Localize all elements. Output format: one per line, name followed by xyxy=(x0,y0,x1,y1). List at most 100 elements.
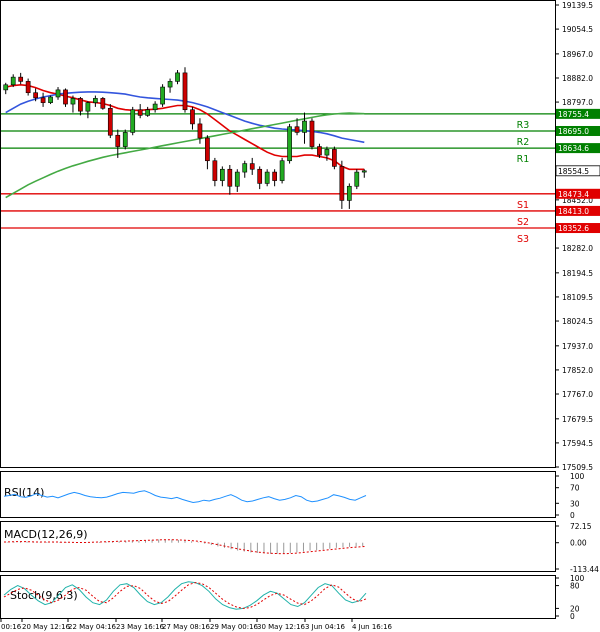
time-axis-tick-label: 20 May 12:16 xyxy=(22,623,71,631)
candle-up xyxy=(160,86,165,105)
candle-up xyxy=(10,76,16,86)
candle-up xyxy=(152,103,158,111)
price-axis-tick-label: 17767.0 xyxy=(562,390,593,399)
price-axis-tick-label: 18109.5 xyxy=(562,293,593,302)
candle-up xyxy=(219,168,225,181)
candle-down xyxy=(78,98,83,112)
price-axis-tick-label: 18882.0 xyxy=(562,74,593,83)
candle-down xyxy=(33,92,38,99)
time-axis-tick-label: 29 May 00:16 xyxy=(210,623,259,631)
candle-up xyxy=(85,102,91,112)
price-axis-tick-label: 18194.5 xyxy=(562,269,593,278)
level-name-s1: S1 xyxy=(517,200,529,211)
candle-down xyxy=(294,126,300,133)
candle-up xyxy=(167,81,173,88)
candle-up xyxy=(287,126,292,162)
price-axis-tick-label: 19139.5 xyxy=(562,1,593,10)
candle-down xyxy=(197,123,203,139)
candle-down xyxy=(40,97,46,103)
macd-panel: MACD(12,26,9) 72.15 0.00 -113.44 xyxy=(0,521,599,574)
price-panel: 19139.519054.518967.018882.018797.018452… xyxy=(0,0,600,472)
rsi-panel: RSI(14) 10070300 xyxy=(0,471,585,520)
macd-title: MACD(12,26,9) xyxy=(4,528,88,541)
level-price-label: 18755.4 xyxy=(558,110,589,119)
candle-down xyxy=(339,166,345,201)
level-name-r2: R2 xyxy=(517,137,530,148)
time-axis-tick-label: 22 May 04:16 xyxy=(68,623,117,631)
candle-down xyxy=(100,98,106,109)
level-price-label: 18695.0 xyxy=(558,127,589,136)
candle-up xyxy=(242,163,248,173)
candle-down xyxy=(107,108,113,136)
candle-up xyxy=(70,98,76,105)
macd-axis: 72.15 0.00 -113.44 xyxy=(555,522,599,574)
candle-down xyxy=(25,81,31,94)
current-price-label: 18554.5 xyxy=(558,167,589,176)
candle-up xyxy=(175,72,180,82)
price-axis-tick-label: 17852.0 xyxy=(562,366,593,375)
axis-tick-label: -113.44 xyxy=(570,565,599,574)
candle-up xyxy=(354,171,360,187)
candle-down xyxy=(227,168,233,187)
level-name-r3: R3 xyxy=(517,120,530,131)
candle-up xyxy=(264,171,270,184)
price-axis-tick-label: 18024.5 xyxy=(562,317,593,326)
stoch-panel-frame xyxy=(0,575,556,619)
axis-tick-label: 100 xyxy=(570,472,585,481)
candle-down xyxy=(18,76,24,82)
time-axis-tick-label: 30 May 12:16 xyxy=(257,623,306,631)
axis-tick-label: 80 xyxy=(570,582,580,591)
price-panel-frame xyxy=(0,0,556,468)
candle-down xyxy=(332,149,337,167)
time-axis-tick-label: 00:16 xyxy=(1,623,22,631)
candle-up xyxy=(130,109,136,133)
candle-up xyxy=(55,89,61,98)
price-axis-tick-label: 17937.0 xyxy=(562,342,593,351)
time-axis-tick-label: 4 Jun 16:16 xyxy=(352,623,393,631)
candle-down xyxy=(190,109,195,125)
axis-tick-label: 70 xyxy=(570,484,580,493)
candle-up xyxy=(3,84,9,91)
axis-tick-label: 0 xyxy=(570,511,575,520)
time-axis-tick-label: 3 Jun 04:16 xyxy=(305,623,346,631)
candle-down xyxy=(212,160,218,181)
candle-down xyxy=(317,146,322,156)
candle-down xyxy=(63,89,68,105)
candle-down xyxy=(309,120,315,147)
price-axis-tick-label: 19054.5 xyxy=(562,25,593,34)
level-price-label: 18352.6 xyxy=(558,224,589,233)
candle-down xyxy=(257,168,263,184)
price-axis-tick-label: 17594.5 xyxy=(562,439,593,448)
level-price-label: 18413.0 xyxy=(558,207,589,216)
candle-down xyxy=(115,134,121,147)
level-name-s3: S3 xyxy=(517,234,529,245)
candle-up xyxy=(324,149,330,156)
time-axis-tick-label: 27 May 08:16 xyxy=(162,623,211,631)
candle-down xyxy=(182,72,188,111)
price-axis: 19139.519054.518967.018882.018797.018452… xyxy=(555,1,593,472)
candle-down xyxy=(205,137,210,162)
rsi-panel-frame xyxy=(0,471,556,518)
price-axis-tick-label: 17679.5 xyxy=(562,415,593,424)
level-price-label: 18634.6 xyxy=(558,144,589,153)
candle-up xyxy=(234,171,240,187)
candle-down xyxy=(137,109,143,116)
candle-up xyxy=(361,170,367,173)
price-axis-tick-label: 17509.5 xyxy=(562,463,593,472)
stoch-axis: 10080200 xyxy=(555,574,585,621)
candle-up xyxy=(122,132,128,147)
candle-up xyxy=(93,98,98,103)
candle-down xyxy=(272,171,277,181)
price-axis-tick-label: 18797.0 xyxy=(562,98,593,107)
rsi-axis: 100 70 30 0 xyxy=(555,472,585,520)
level-name-r1: R1 xyxy=(517,154,530,165)
axis-tick-label: 0.00 xyxy=(570,539,587,548)
time-axis-tick-label: 23 May 16:16 xyxy=(116,623,165,631)
candle-down xyxy=(249,163,255,170)
axis-tick-label: 72.15 xyxy=(570,522,592,531)
level-price-label: 18473.4 xyxy=(558,190,589,199)
price-axis-tick-label: 18282.0 xyxy=(562,244,593,253)
candle-up xyxy=(346,185,352,201)
stoch-title: Stoch(9,6,3) xyxy=(10,589,78,602)
candle-up xyxy=(145,109,151,116)
